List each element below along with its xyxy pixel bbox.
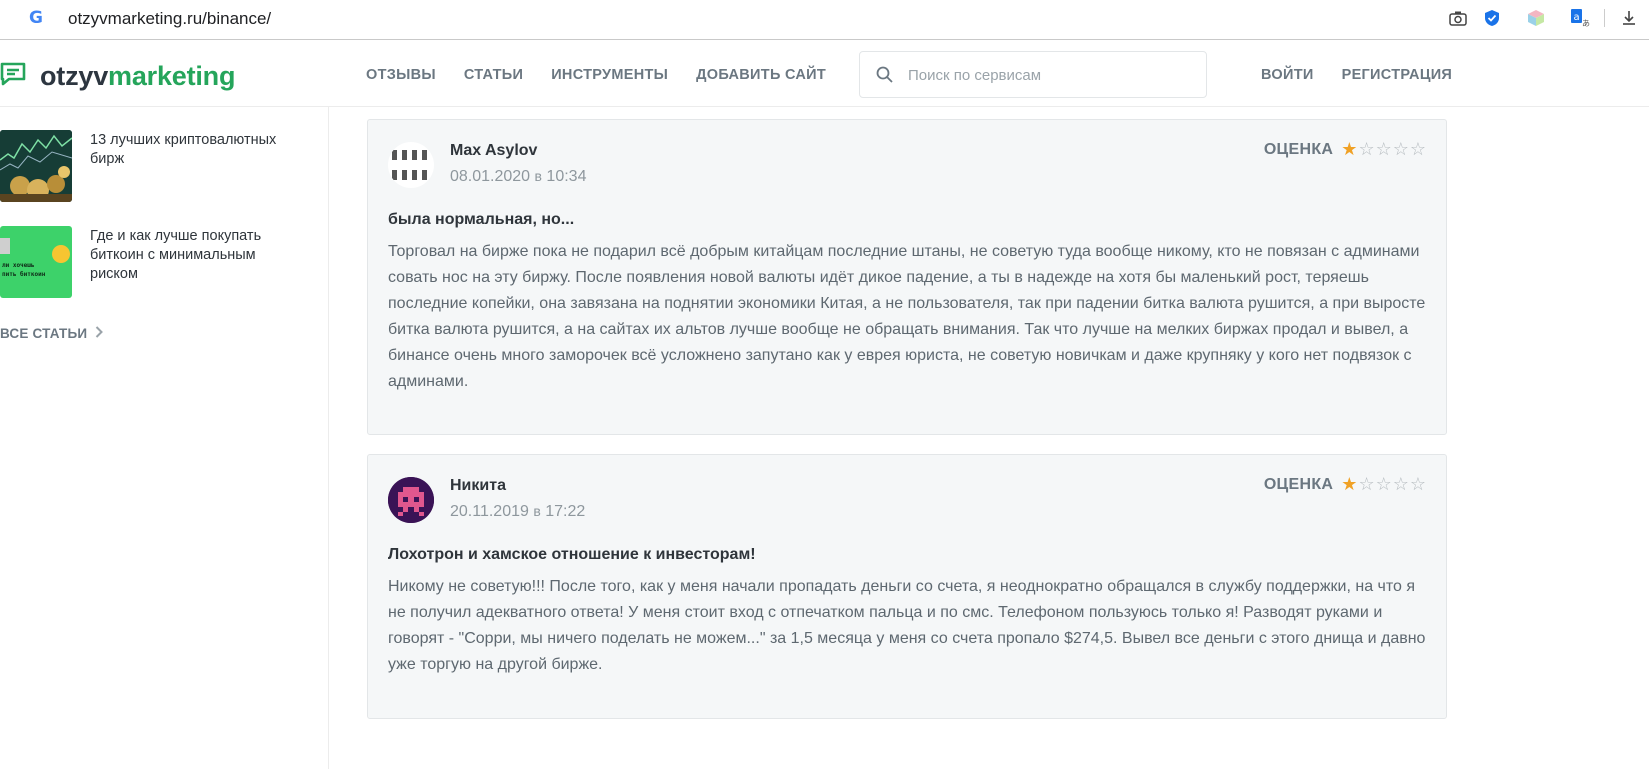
- thumb-caption-2: пить биткоин: [2, 271, 46, 278]
- browser-toolbar-icons: aあ: [1448, 8, 1639, 28]
- article-1-thumbnail: [0, 130, 72, 202]
- extension-cube-icon[interactable]: [1526, 8, 1546, 28]
- all-articles-link[interactable]: ВСЕ СТАТЬИ: [0, 326, 104, 341]
- star-empty-icon: ☆: [1409, 474, 1426, 495]
- address-url[interactable]: otzyvmarketing.ru/binance/: [68, 9, 271, 29]
- logo-text-dark: otzyv: [40, 61, 109, 91]
- svg-text:a: a: [1574, 12, 1580, 23]
- chevron-right-icon: [95, 326, 104, 341]
- logo-text-green: marketing: [108, 61, 236, 91]
- review-author: Max Asylov: [450, 142, 538, 159]
- review-title: была нормальная, но...: [388, 211, 575, 228]
- star-empty-icon: ☆: [1358, 139, 1375, 160]
- thumb-caption-1: ли хочешь: [2, 262, 35, 269]
- rating-label: ОЦЕНКА: [1263, 141, 1334, 158]
- rating-stars: ★ ☆ ☆ ☆ ☆: [1341, 476, 1426, 494]
- sidebar-article-1[interactable]: 13 лучших криптовалютных бирж: [0, 130, 300, 202]
- star-empty-icon: ☆: [1358, 474, 1375, 495]
- star-empty-icon: ☆: [1392, 139, 1409, 160]
- review-card: Max Asylov 08.01.2020 в 10:34 ОЦЕНКА ★ ☆ ☆…: [367, 119, 1447, 435]
- nav-tools[interactable]: ИНСТРУМЕНТЫ: [551, 67, 668, 83]
- star-empty-icon: ☆: [1375, 139, 1392, 160]
- logo-text: otzyvmarketing: [40, 61, 235, 92]
- nav-add-site[interactable]: ДОБАВИТЬ САЙТ: [696, 67, 826, 83]
- thumb-card-shape: [0, 238, 10, 254]
- main-nav: ОТЗЫВЫ СТАТЬИ ИНСТРУМЕНТЫ ДОБАВИТЬ САЙТ: [366, 67, 826, 83]
- star-empty-icon: ☆: [1409, 139, 1426, 160]
- review-time: 17:22: [545, 503, 586, 520]
- auth-links: ВОЙТИ РЕГИСТРАЦИЯ: [1261, 67, 1452, 83]
- chat-logo-icon: [0, 62, 26, 91]
- separator: [1604, 9, 1605, 27]
- review-body: Никому не советую!!! После того, как у м…: [388, 578, 1426, 673]
- review-date-value: 08.01.2020: [450, 168, 531, 185]
- avatar: [388, 142, 434, 188]
- review-title: Лохотрон и хамское отношение к инвестора…: [388, 546, 756, 563]
- avatar: [388, 477, 434, 523]
- google-icon: G: [29, 8, 43, 28]
- camera-icon[interactable]: [1448, 8, 1468, 28]
- site-header: otzyvmarketing ОТЗЫВЫ СТАТЬИ ИНСТРУМЕНТЫ…: [0, 41, 1649, 107]
- site-logo[interactable]: otzyvmarketing: [0, 61, 235, 92]
- rating-label: ОЦЕНКА: [1263, 476, 1334, 493]
- all-articles-label: ВСЕ СТАТЬИ: [0, 326, 88, 341]
- review-body: Торговал на бирже пока не подарил всё до…: [388, 243, 1426, 390]
- review-time-sep: в: [534, 168, 542, 184]
- star-filled-icon: ★: [1341, 474, 1358, 495]
- search-input[interactable]: [908, 64, 1188, 86]
- article-1-title[interactable]: 13 лучших криптовалютных бирж: [90, 130, 300, 202]
- register-link[interactable]: РЕГИСТРАЦИЯ: [1342, 67, 1453, 83]
- article-2-thumbnail: ли хочешь пить биткоин: [0, 226, 72, 298]
- review-card: Никита 20.11.2019 в 17:22 ОЦЕНКА ★ ☆ ☆ ☆ ☆ Л…: [367, 454, 1447, 719]
- nav-reviews[interactable]: ОТЗЫВЫ: [366, 67, 436, 83]
- review-time-sep: в: [533, 503, 541, 519]
- svg-text:あ: あ: [1582, 19, 1590, 28]
- sidebar-article-2[interactable]: ли хочешь пить биткоин Где и как лучше п…: [0, 226, 300, 298]
- browser-address-bar: G otzyvmarketing.ru/binance/ aあ: [0, 0, 1649, 40]
- star-empty-icon: ☆: [1375, 474, 1392, 495]
- review-date: 08.01.2020 в 10:34: [450, 168, 586, 186]
- download-icon[interactable]: [1619, 8, 1639, 28]
- rating-stars: ★ ☆ ☆ ☆ ☆: [1341, 141, 1426, 159]
- translate-icon[interactable]: aあ: [1570, 8, 1590, 28]
- sidebar: 13 лучших криптовалютных бирж ли хочешь …: [0, 107, 329, 769]
- login-link[interactable]: ВОЙТИ: [1261, 67, 1314, 83]
- nav-articles[interactable]: СТАТЬИ: [464, 67, 523, 83]
- review-author: Никита: [450, 477, 506, 494]
- article-2-title[interactable]: Где и как лучше покупать биткоин с миним…: [90, 226, 300, 298]
- search-box: [859, 51, 1207, 98]
- review-rating: ОЦЕНКА ★ ☆ ☆ ☆ ☆: [1264, 476, 1426, 494]
- star-empty-icon: ☆: [1392, 474, 1409, 495]
- review-date: 20.11.2019 в 17:22: [450, 503, 585, 521]
- review-time: 10:34: [546, 168, 587, 185]
- star-filled-icon: ★: [1341, 139, 1358, 160]
- surprised-emoji-icon: [52, 245, 70, 263]
- review-date-value: 20.11.2019: [450, 503, 529, 520]
- shield-check-icon[interactable]: [1482, 8, 1502, 28]
- review-rating: ОЦЕНКА ★ ☆ ☆ ☆ ☆: [1264, 141, 1426, 159]
- search-icon: [876, 66, 893, 88]
